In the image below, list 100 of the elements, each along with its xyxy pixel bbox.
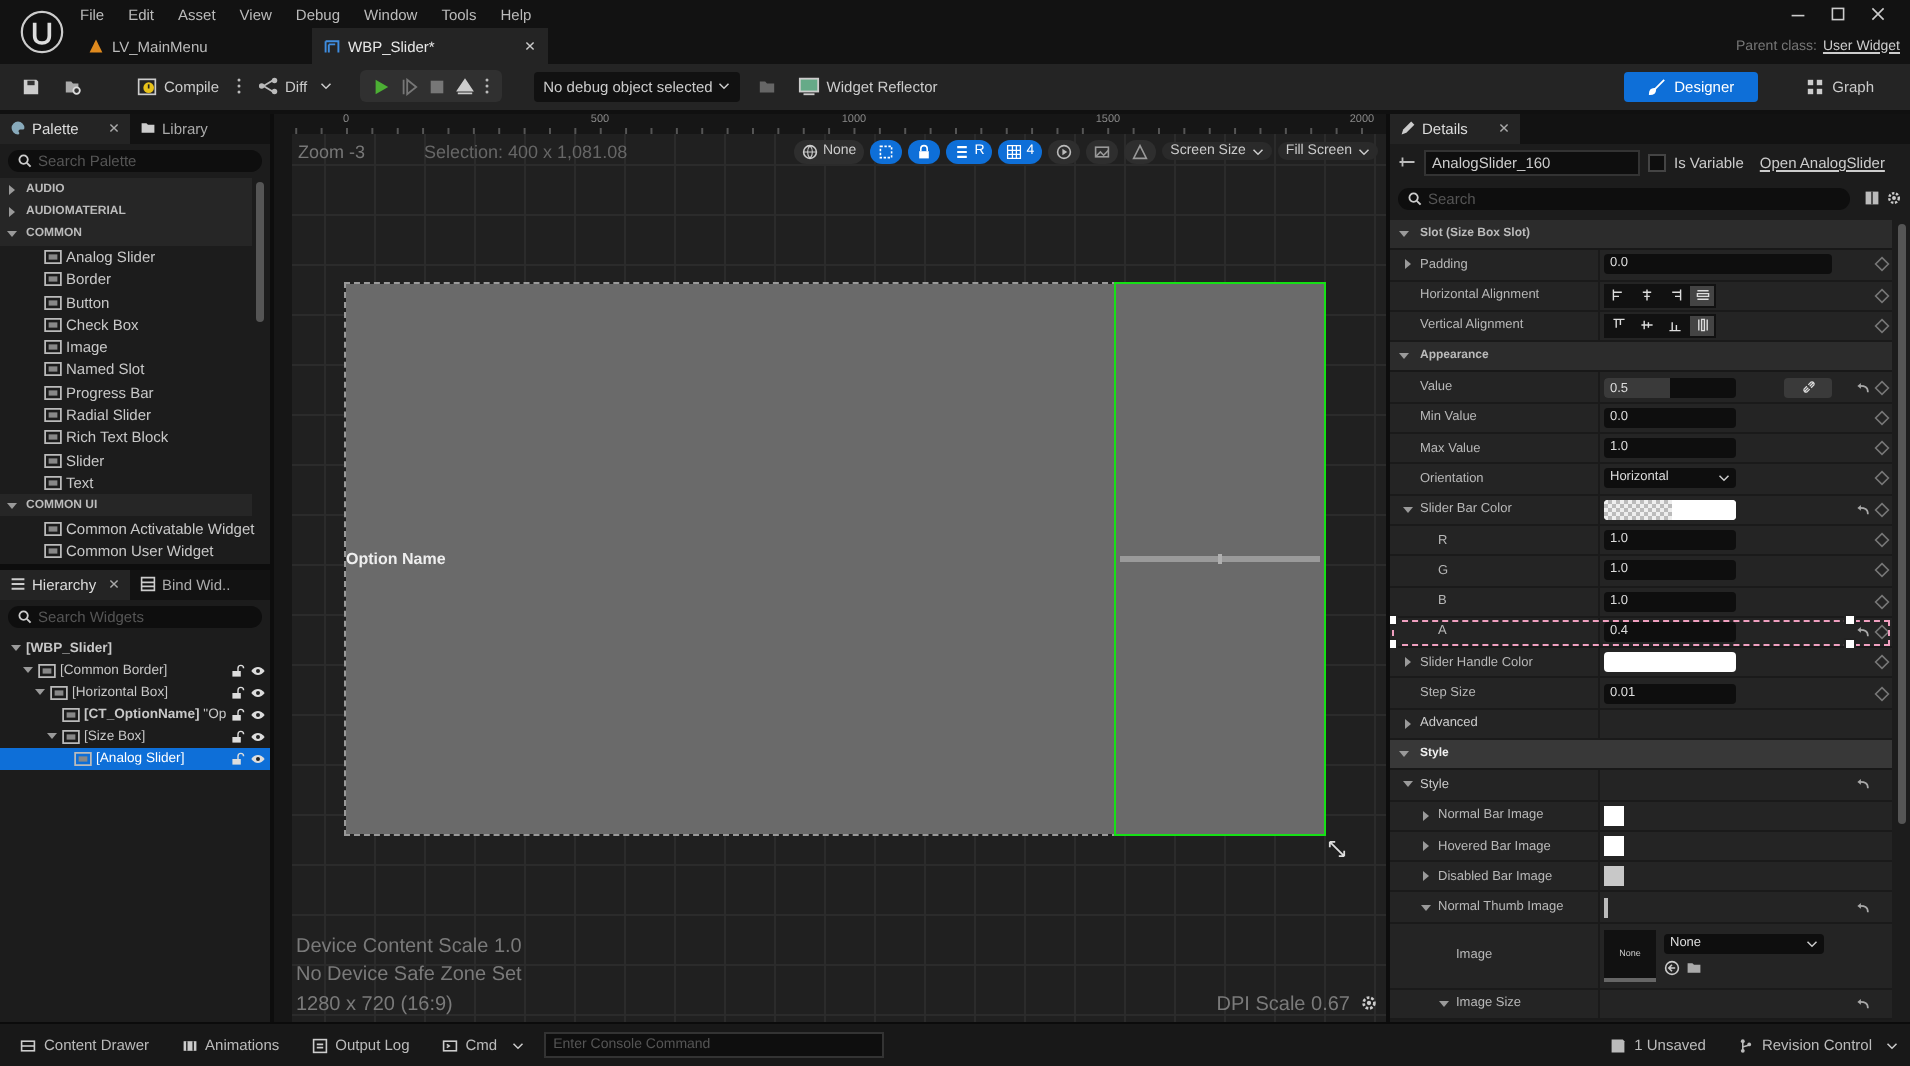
lock-icon[interactable] bbox=[230, 707, 247, 722]
image-swatch[interactable] bbox=[1604, 866, 1624, 887]
lock-icon[interactable] bbox=[230, 729, 246, 744]
color-swatch[interactable] bbox=[1604, 499, 1736, 520]
link-button[interactable] bbox=[1784, 377, 1832, 398]
eye-icon[interactable] bbox=[250, 685, 266, 700]
eye-icon[interactable] bbox=[250, 751, 266, 766]
alignment-icon bbox=[1611, 318, 1625, 333]
canvas-tool-button[interactable] bbox=[1086, 139, 1119, 164]
close-icon[interactable] bbox=[1498, 122, 1510, 135]
expand-arrow-icon[interactable] bbox=[1402, 258, 1414, 271]
scrollbar[interactable] bbox=[1898, 223, 1906, 824]
eye-icon[interactable] bbox=[250, 729, 266, 744]
selected-slider-widget[interactable] bbox=[1116, 283, 1324, 834]
eye-icon[interactable] bbox=[250, 707, 267, 722]
brush-icon bbox=[1648, 77, 1667, 96]
expand-arrow-icon[interactable] bbox=[1420, 809, 1432, 822]
expand-arrow-icon[interactable] bbox=[1420, 901, 1432, 914]
expand-arrow-icon[interactable] bbox=[1398, 748, 1410, 761]
warning-icon bbox=[1132, 143, 1149, 160]
level-icon bbox=[88, 38, 104, 54]
image-swatch[interactable] bbox=[1604, 836, 1624, 857]
terminal-icon bbox=[441, 1037, 458, 1054]
eye-icon[interactable] bbox=[250, 663, 266, 678]
use-selected-arrow-icon[interactable] bbox=[1664, 960, 1680, 977]
resize-arrow-icon[interactable] bbox=[1328, 839, 1346, 858]
canvas-tool-button[interactable] bbox=[1048, 139, 1081, 164]
expand-arrow-icon[interactable] bbox=[1402, 656, 1414, 669]
table-icon bbox=[140, 576, 156, 593]
canvas-tool-button[interactable] bbox=[908, 139, 941, 164]
reset-arrow-icon[interactable] bbox=[1856, 503, 1870, 516]
alignment-button[interactable] bbox=[1690, 285, 1714, 306]
engine-logo-icon[interactable] bbox=[20, 10, 64, 54]
list-icon bbox=[10, 576, 26, 593]
reset-arrow-icon[interactable] bbox=[1856, 997, 1870, 1010]
monitor-icon bbox=[798, 76, 821, 97]
reset-arrow-icon[interactable] bbox=[1856, 901, 1870, 914]
save-icon[interactable] bbox=[22, 77, 40, 96]
folder-search-icon[interactable] bbox=[64, 77, 82, 96]
dashed-square-icon bbox=[878, 143, 895, 160]
widget-preview[interactable]: Option Name bbox=[346, 283, 1116, 834]
expand-arrow-icon[interactable] bbox=[6, 499, 18, 512]
expand-arrow-icon[interactable] bbox=[1402, 503, 1414, 516]
expand-arrow-icon[interactable] bbox=[1402, 717, 1414, 730]
palette-icon bbox=[10, 120, 26, 137]
eject-icon[interactable] bbox=[455, 77, 474, 96]
caret-icon bbox=[718, 82, 731, 91]
dpi-scale-label: DPI Scale 0.67 bbox=[1216, 994, 1350, 1017]
close-icon[interactable] bbox=[524, 40, 536, 52]
canvas-tool-button[interactable] bbox=[1124, 139, 1157, 164]
maximize-icon[interactable] bbox=[1830, 6, 1846, 22]
lock-icon bbox=[916, 143, 933, 160]
widget-blueprint-icon bbox=[324, 38, 340, 54]
scrollbar[interactable] bbox=[256, 181, 264, 322]
folder-icon[interactable] bbox=[1686, 960, 1702, 977]
caret-icon bbox=[511, 1041, 524, 1050]
compile-icon bbox=[136, 76, 158, 97]
alignment-icon bbox=[1611, 288, 1625, 303]
stop-icon[interactable] bbox=[427, 77, 446, 96]
drawer-icon bbox=[20, 1037, 36, 1054]
close-icon[interactable] bbox=[1870, 6, 1886, 22]
expand-arrow-icon[interactable] bbox=[1420, 870, 1432, 883]
grid-icon bbox=[1006, 143, 1023, 160]
alignment-icon bbox=[1695, 318, 1709, 333]
expand-arrow-icon[interactable] bbox=[1398, 228, 1410, 241]
save-icon bbox=[1610, 1037, 1627, 1054]
settings-icon[interactable] bbox=[1360, 994, 1378, 1013]
expand-arrow-icon[interactable] bbox=[46, 730, 58, 743]
reset-arrow-icon[interactable] bbox=[1856, 381, 1870, 394]
canvas-tool-button[interactable] bbox=[870, 139, 903, 164]
caret-icon bbox=[1718, 474, 1730, 483]
expand-arrow-icon[interactable] bbox=[1438, 997, 1450, 1010]
columns-icon[interactable] bbox=[1864, 190, 1880, 207]
caret-icon bbox=[1358, 147, 1370, 156]
film-icon bbox=[181, 1037, 198, 1054]
log-icon bbox=[311, 1037, 328, 1054]
branch-icon bbox=[1737, 1037, 1754, 1054]
expand-arrow-icon[interactable] bbox=[1398, 350, 1410, 363]
reset-arrow-icon[interactable] bbox=[1856, 625, 1870, 638]
selection-size-label: Selection: 400 x 1,081.08 bbox=[424, 141, 628, 162]
zoom-label: Zoom -3 bbox=[298, 141, 366, 162]
step-icon[interactable] bbox=[399, 77, 418, 96]
caret-icon bbox=[319, 82, 332, 91]
lock-icon[interactable] bbox=[230, 685, 246, 700]
checkbox[interactable] bbox=[1648, 153, 1666, 172]
alignment-button[interactable] bbox=[1690, 315, 1714, 336]
expand-arrow-icon[interactable] bbox=[1420, 840, 1432, 853]
play-icon bbox=[1056, 143, 1073, 160]
expand-arrow-icon[interactable] bbox=[1402, 778, 1414, 791]
more-options-icon[interactable] bbox=[483, 76, 490, 97]
close-icon[interactable] bbox=[108, 578, 120, 591]
reset-arrow-icon[interactable] bbox=[1856, 778, 1870, 791]
settings-icon[interactable] bbox=[1886, 190, 1902, 207]
lock-icon[interactable] bbox=[230, 663, 246, 678]
close-icon[interactable] bbox=[108, 122, 120, 135]
slider-icon bbox=[1398, 156, 1416, 169]
image-swatch[interactable] bbox=[1604, 805, 1624, 826]
play-icon[interactable] bbox=[371, 77, 390, 96]
more-options-icon[interactable] bbox=[235, 76, 242, 97]
bars-icon bbox=[954, 143, 971, 160]
